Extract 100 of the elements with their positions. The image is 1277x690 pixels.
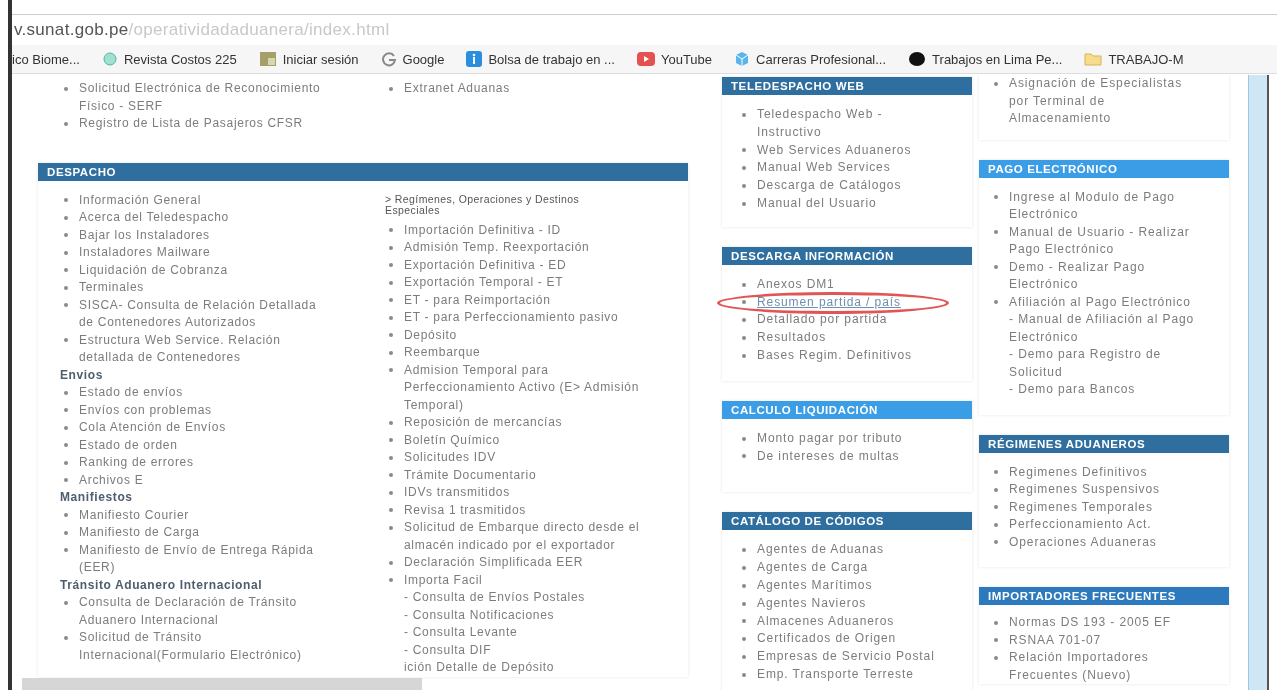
list-link[interactable]: Web Services Aduaneros — [757, 141, 912, 160]
list-link[interactable]: Solicitud Electrónica de Reconocimiento Físico - SERF — [79, 80, 329, 115]
sub-link[interactable]: - Manual de Afiliación al Pago Electrónico — [990, 311, 1203, 346]
list-link[interactable]: Instaladores Mailware — [79, 244, 211, 262]
list-link[interactable]: Manifiesto Courier — [79, 506, 189, 524]
list-link[interactable]: Información General — [79, 191, 202, 209]
list-link[interactable]: Estructura Web Service. Relación detallada de Contenedores — [79, 331, 329, 367]
list-link[interactable]: Operaciones Aduaneras — [1009, 533, 1157, 551]
panel-header: RÉGIMENES ADUANEROS — [979, 434, 1229, 453]
list-link[interactable]: Regimenes Temporales — [1009, 498, 1153, 516]
list-link[interactable]: Extranet Aduanas — [404, 80, 510, 98]
bookmark[interactable]: Trabajos en Lima Pe... — [908, 51, 1063, 67]
list-link[interactable]: Manual Web Services — [757, 159, 891, 178]
list-link[interactable]: Anexos DM1 — [757, 275, 835, 294]
list-link[interactable]: Afiliación al Pago Electrónico — [1009, 293, 1191, 311]
list-link[interactable]: Teledespacho Web - Instructivo — [757, 106, 942, 142]
sub-link[interactable]: - Consulta Levante — [385, 624, 518, 642]
list-link[interactable]: Regimenes Suspensivos — [1009, 481, 1160, 499]
list-link[interactable]: Monto pagar por tributo — [757, 429, 903, 448]
list-link[interactable]: Manifiesto de Envío de Entrega Rápida (EER) — [79, 541, 329, 577]
list-link[interactable]: Perfeccionamiento Act. — [1009, 516, 1152, 534]
list-link[interactable]: Envíos con problemas — [79, 401, 212, 419]
list-link[interactable]: Terminales — [79, 279, 145, 297]
list-link[interactable]: Revisa 1 trasmitidos — [404, 501, 527, 519]
list-link[interactable]: Trámite Documentario — [404, 466, 537, 484]
list-link[interactable]: Exportación Definitiva - ED — [404, 256, 567, 274]
sub-link[interactable]: ición Detalle de Depósito — [385, 659, 555, 677]
list-link[interactable]: Empresas de Servicio Postal — [757, 648, 935, 666]
list-link[interactable]: Bajar los Instaladores — [79, 226, 210, 244]
list-link[interactable]: Reembarque — [404, 344, 481, 362]
list-link[interactable]: Importa Facil — [404, 571, 483, 589]
list-link[interactable]: Boletín Químico — [404, 431, 500, 449]
address-field[interactable]: v.sunat.gob.pe/operatividadaduanera/index.html — [12, 15, 1277, 45]
list-link[interactable]: Estado de envíos — [79, 384, 183, 402]
bullet — [994, 195, 998, 200]
list-link[interactable]: Asignación de Especialistas por Terminal de Almacenamiento — [1009, 75, 1203, 128]
list-link[interactable]: Depósito — [404, 326, 457, 344]
list-link[interactable]: Emp. Transporte Terreste — [757, 665, 914, 684]
sub-link[interactable]: - Consulta Notificaciones — [385, 606, 555, 624]
list-link[interactable]: Ranking de errores — [79, 454, 194, 472]
list-link[interactable]: Agentes Marítimos — [757, 576, 873, 595]
bullet — [389, 420, 393, 425]
list-link[interactable]: Exportación Temporal - ET — [404, 274, 564, 292]
list-link[interactable]: Solicitud de Embarque directo desde el almacén indicado por el exportador — [404, 519, 654, 554]
list-link[interactable]: Manifiesto de Carga — [79, 524, 200, 542]
list-link[interactable]: Estado de orden — [79, 436, 178, 454]
list-link[interactable]: Manual de Usuario - Realizar Pago Electrónico — [1009, 223, 1203, 259]
list-link[interactable]: Detallado por partida — [757, 311, 888, 330]
list-link[interactable]: Bases Regim. Definitivos — [757, 346, 912, 365]
list-link[interactable]: Relación Importadores Frecuentes (Nuevo) — [1009, 649, 1203, 684]
list-link[interactable]: Solicitudes IDV — [404, 449, 496, 467]
list-link[interactable]: Archivos E — [79, 471, 144, 489]
list-link[interactable]: Consulta de Declaración de Tránsito Aduanero Internacional — [79, 594, 329, 629]
bullet — [64, 338, 68, 343]
list-link[interactable]: De intereses de multas — [757, 447, 900, 466]
sub-link[interactable]: - Consulta de Envíos Postales — [385, 589, 586, 607]
list-link[interactable]: Declaración Simplificada EER — [404, 554, 583, 572]
list-link[interactable]: Regimenes Definitivos — [1009, 463, 1148, 481]
bookmark[interactable]: Iniciar sesión — [258, 51, 359, 67]
list-link[interactable]: Admisión Temp. Reexportación — [404, 239, 590, 257]
list-link[interactable]: Cola Atención de Envíos — [79, 419, 226, 437]
list-link[interactable]: Reposición de mercancías — [404, 414, 563, 432]
sub-link[interactable]: - Demo para Registro de Solicitud — [990, 346, 1203, 381]
sub-link[interactable]: - Demo para Bancos — [990, 381, 1136, 399]
list-link[interactable]: Resultados — [757, 329, 827, 347]
bookmark[interactable]: TRABAJO-M — [1084, 51, 1184, 67]
list-link[interactable]: Agentes de Aduanas — [757, 541, 884, 560]
list-link[interactable]: Certificados de Origen — [757, 630, 897, 649]
list-link[interactable]: Resumen partida / país — [757, 293, 901, 312]
bullet — [64, 198, 68, 203]
sub-link[interactable]: - Consulta DIF — [385, 641, 492, 659]
google-icon — [380, 51, 397, 67]
bookmark[interactable]: ico Biome... — [12, 51, 80, 67]
list-link[interactable]: Ingrese al Modulo de Pago Electrónico — [1009, 188, 1203, 224]
list-link[interactable]: Almacenes Aduaneros — [757, 612, 895, 631]
list-link[interactable]: Solicitud de Tránsito Internacional(Formulario Electrónico) — [79, 629, 329, 664]
bookmark[interactable]: Carreras Profesional... — [734, 51, 887, 67]
list-link[interactable]: Agentes de Carga — [757, 559, 869, 577]
list-link[interactable]: RSNAA 701-07 — [1009, 631, 1102, 649]
list-link[interactable]: Demo - Realizar Pago Electrónico — [1009, 258, 1203, 294]
list-link[interactable]: Importación Definitiva - ID — [404, 221, 561, 239]
list-link[interactable]: Descarga de Catálogos — [757, 177, 902, 195]
bookmark[interactable]: Bolsa de trabajo en ... — [466, 51, 615, 67]
bookmark[interactable]: Google — [380, 51, 445, 67]
list-link[interactable]: Admision Temporal para Perfeccionamiento Activo (E> Admisión Temporal) — [404, 361, 654, 414]
list-link[interactable]: Liquidación de Cobranza — [79, 261, 228, 279]
scrollbar[interactable] — [1248, 75, 1269, 690]
list-link[interactable]: SISCA- Consulta de Relación Detallada de Contenedores Autorizados — [79, 296, 329, 332]
bookmark[interactable]: Revista Costos 225 — [101, 51, 237, 67]
bookmark[interactable]: YouTube — [636, 51, 713, 67]
list-link[interactable]: Acerca del Teledespacho — [79, 209, 229, 227]
list-link[interactable]: Manual del Usuario — [757, 195, 877, 213]
list-link[interactable]: Registro de Lista de Pasajeros CFSR — [79, 115, 303, 133]
list-link[interactable]: Agentes Navieros — [757, 594, 867, 613]
list-link[interactable]: ET - para Perfeccionamiento pasivo — [404, 309, 619, 327]
bullet — [742, 637, 746, 642]
list-link[interactable]: IDVs transmitidos — [404, 484, 510, 502]
bullet — [994, 620, 998, 625]
list-link[interactable]: Normas DS 193 - 2005 EF — [1009, 614, 1172, 632]
list-link[interactable]: ET - para Reimportación — [404, 291, 551, 309]
